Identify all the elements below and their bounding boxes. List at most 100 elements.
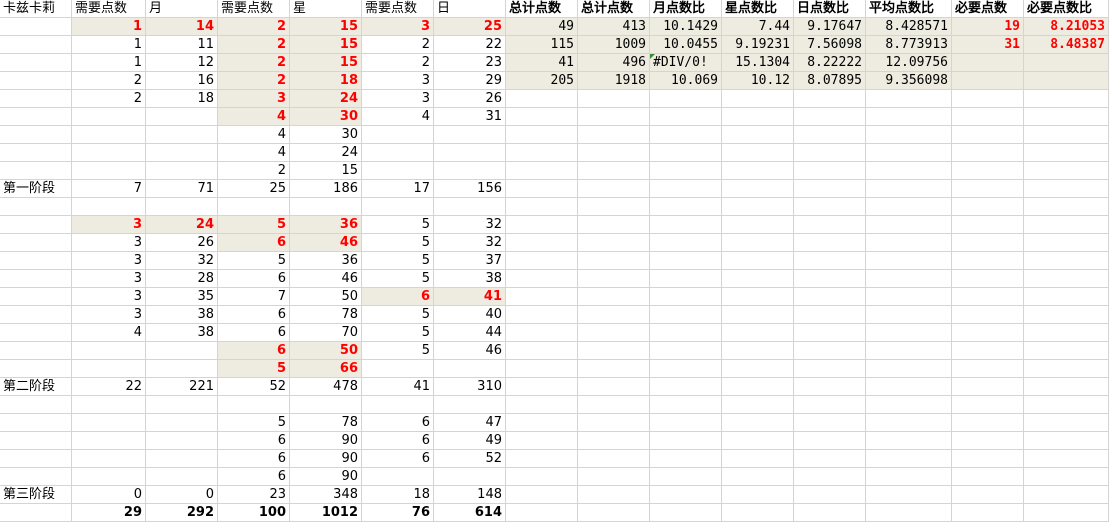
summary-cell[interactable]: 10.1429 [650, 18, 722, 36]
empty-cell[interactable] [722, 162, 794, 180]
stage-label-cell[interactable] [0, 18, 72, 36]
empty-cell[interactable] [506, 252, 578, 270]
data-cell[interactable]: 50 [290, 288, 362, 306]
data-cell[interactable]: 16 [146, 72, 218, 90]
data-cell[interactable]: 32 [434, 234, 506, 252]
data-cell[interactable]: 2 [218, 72, 290, 90]
empty-cell[interactable] [650, 468, 722, 486]
empty-cell[interactable] [578, 216, 650, 234]
stage-label-cell[interactable] [0, 216, 72, 234]
empty-cell[interactable] [794, 342, 866, 360]
data-cell[interactable]: 0 [72, 486, 146, 504]
empty-cell[interactable] [866, 504, 952, 522]
empty-cell[interactable] [794, 270, 866, 288]
empty-cell[interactable] [952, 342, 1024, 360]
empty-cell[interactable] [866, 468, 952, 486]
empty-cell[interactable] [506, 324, 578, 342]
empty-cell[interactable] [506, 180, 578, 198]
summary-cell[interactable]: 9.17647 [794, 18, 866, 36]
data-cell[interactable]: 78 [290, 306, 362, 324]
stage-label-cell[interactable]: 第一阶段 [0, 180, 72, 198]
data-cell[interactable]: 6 [218, 234, 290, 252]
data-cell[interactable]: 32 [434, 216, 506, 234]
empty-cell[interactable] [952, 198, 1024, 216]
empty-cell[interactable] [952, 306, 1024, 324]
data-cell[interactable] [146, 144, 218, 162]
data-cell[interactable]: 2 [72, 72, 146, 90]
empty-cell[interactable] [578, 306, 650, 324]
empty-cell[interactable] [722, 468, 794, 486]
data-cell[interactable]: 2 [362, 36, 434, 54]
empty-cell[interactable] [578, 108, 650, 126]
data-cell[interactable]: 3 [218, 90, 290, 108]
summary-cell[interactable]: #DIV/0! [650, 54, 722, 72]
stage-label-cell[interactable] [0, 414, 72, 432]
empty-cell[interactable] [794, 378, 866, 396]
empty-cell[interactable] [866, 198, 952, 216]
data-cell[interactable]: 6 [218, 306, 290, 324]
data-cell[interactable]: 18 [290, 72, 362, 90]
data-cell[interactable]: 5 [218, 216, 290, 234]
summary-cell[interactable]: 8.07895 [794, 72, 866, 90]
empty-cell[interactable] [952, 378, 1024, 396]
data-cell[interactable]: 71 [146, 180, 218, 198]
empty-cell[interactable] [722, 378, 794, 396]
data-cell[interactable] [72, 360, 146, 378]
data-cell[interactable] [218, 198, 290, 216]
empty-cell[interactable] [1024, 180, 1109, 198]
data-cell[interactable]: 35 [146, 288, 218, 306]
data-cell[interactable]: 6 [218, 468, 290, 486]
stage-label-cell[interactable] [0, 90, 72, 108]
summary-cell[interactable] [952, 54, 1024, 72]
data-cell[interactable]: 25 [434, 18, 506, 36]
empty-cell[interactable] [952, 216, 1024, 234]
empty-cell[interactable] [952, 90, 1024, 108]
empty-cell[interactable] [794, 234, 866, 252]
data-cell[interactable]: 36 [290, 252, 362, 270]
data-cell[interactable] [72, 468, 146, 486]
data-cell[interactable]: 4 [218, 126, 290, 144]
data-cell[interactable]: 4 [218, 108, 290, 126]
data-cell[interactable]: 41 [434, 288, 506, 306]
empty-cell[interactable] [722, 432, 794, 450]
stage-label-cell[interactable] [0, 450, 72, 468]
empty-cell[interactable] [650, 198, 722, 216]
empty-cell[interactable] [506, 234, 578, 252]
empty-cell[interactable] [1024, 342, 1109, 360]
data-cell[interactable]: 3 [362, 18, 434, 36]
data-cell[interactable]: 1 [72, 18, 146, 36]
summary-cell[interactable]: 10.069 [650, 72, 722, 90]
data-cell[interactable]: 47 [434, 414, 506, 432]
data-cell[interactable]: 5 [362, 270, 434, 288]
stage-label-cell[interactable]: 第三阶段 [0, 486, 72, 504]
header-11[interactable]: 日点数比 [794, 0, 866, 18]
empty-cell[interactable] [866, 360, 952, 378]
data-cell[interactable] [362, 126, 434, 144]
data-cell[interactable]: 5 [218, 252, 290, 270]
empty-cell[interactable] [650, 306, 722, 324]
empty-cell[interactable] [578, 270, 650, 288]
data-cell[interactable]: 11 [146, 36, 218, 54]
data-cell[interactable]: 40 [434, 306, 506, 324]
data-cell[interactable] [362, 162, 434, 180]
data-cell[interactable]: 4 [218, 144, 290, 162]
empty-cell[interactable] [650, 108, 722, 126]
data-cell[interactable]: 26 [146, 234, 218, 252]
data-cell[interactable]: 3 [72, 270, 146, 288]
data-cell[interactable]: 4 [72, 324, 146, 342]
empty-cell[interactable] [506, 378, 578, 396]
empty-cell[interactable] [866, 378, 952, 396]
data-cell[interactable] [434, 126, 506, 144]
empty-cell[interactable] [722, 324, 794, 342]
empty-cell[interactable] [578, 504, 650, 522]
data-cell[interactable]: 1012 [290, 504, 362, 522]
empty-cell[interactable] [650, 216, 722, 234]
empty-cell[interactable] [506, 288, 578, 306]
data-cell[interactable]: 6 [362, 450, 434, 468]
empty-cell[interactable] [794, 288, 866, 306]
empty-cell[interactable] [650, 288, 722, 306]
empty-cell[interactable] [650, 324, 722, 342]
empty-cell[interactable] [506, 126, 578, 144]
empty-cell[interactable] [1024, 198, 1109, 216]
empty-cell[interactable] [578, 324, 650, 342]
